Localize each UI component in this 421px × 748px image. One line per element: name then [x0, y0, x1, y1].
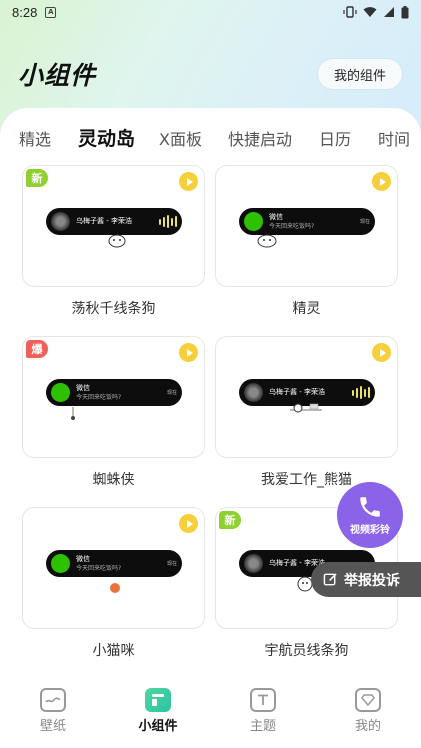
- tab-time[interactable]: 时间: [378, 126, 410, 150]
- card-name: 小猫咪: [92, 643, 135, 659]
- nav-widgets[interactable]: 小组件: [128, 688, 188, 734]
- island-preview: 乌梅子酱 - 李荣浩: [239, 379, 375, 406]
- edit-icon: [323, 573, 337, 586]
- wifi-icon: [363, 7, 377, 17]
- dog-sticker-icon: [108, 234, 126, 248]
- page-title: 小组件: [18, 61, 97, 90]
- island-preview: 微信 今天回来吃饭吗? 现在: [239, 208, 375, 235]
- vibrate-icon: [343, 6, 357, 18]
- card-name: 蜘蛛侠: [92, 472, 135, 488]
- play-icon[interactable]: [372, 343, 391, 362]
- equalizer-icon: [352, 386, 370, 399]
- video-ringtone-label: 视频彩铃: [350, 525, 390, 536]
- play-icon[interactable]: [179, 514, 198, 533]
- sprite-sticker-icon: [257, 234, 277, 248]
- video-ringtone-button[interactable]: 视频彩铃: [337, 482, 403, 548]
- my-widgets-button[interactable]: 我的组件: [318, 59, 402, 89]
- panda-desk-icon: [290, 403, 322, 413]
- battery-icon: [401, 5, 409, 18]
- bottom-navigation: 壁纸 小组件 主题 我的: [0, 678, 421, 748]
- pill-title: 微信: [76, 554, 90, 563]
- pill-subtitle: 今天回来吃饭吗?: [76, 564, 122, 572]
- tab-dynamic-island[interactable]: 灵动岛: [78, 126, 135, 150]
- card-name: 宇航员线条狗: [264, 643, 349, 659]
- spider-thread-icon: [71, 407, 75, 420]
- pill-time: 现在: [166, 561, 177, 567]
- wallpaper-icon: [40, 688, 66, 712]
- nav-label: 壁纸: [39, 719, 66, 734]
- album-icon: [244, 383, 263, 402]
- tab-x-panel[interactable]: X面板: [159, 126, 202, 150]
- profile-icon: [355, 688, 381, 712]
- pill-subtitle: 今天回来吃饭吗?: [76, 393, 122, 401]
- notification-icon: A: [45, 6, 57, 18]
- widget-card[interactable]: 新 乌梅子酱 - 李荣浩: [22, 165, 205, 287]
- signal-icon: [384, 7, 394, 17]
- play-icon[interactable]: [179, 172, 198, 191]
- pill-title: 乌梅子酱 - 李荣浩: [269, 388, 325, 396]
- report-button[interactable]: 举报投诉: [311, 562, 421, 597]
- island-preview: 微信 今天回来吃饭吗? 现在: [46, 550, 182, 577]
- album-icon: [51, 212, 70, 231]
- tab-calendar[interactable]: 日历: [319, 126, 351, 150]
- yarn-ball-icon: [110, 583, 120, 593]
- nav-profile[interactable]: 我的: [338, 688, 398, 734]
- status-bar: 8:28 A: [0, 0, 421, 24]
- pill-title: 乌梅子酱 - 李荣浩: [76, 217, 132, 225]
- nav-label: 小组件: [138, 719, 178, 734]
- island-preview: 乌梅子酱 - 李荣浩: [46, 208, 182, 235]
- pill-title: 微信: [269, 212, 283, 221]
- tab-featured[interactable]: 精选: [19, 126, 51, 150]
- nav-theme[interactable]: 主题: [233, 688, 293, 734]
- card-name: 精灵: [292, 301, 321, 317]
- new-badge: 新: [26, 169, 48, 187]
- widget-card[interactable]: 微信 今天回来吃饭吗? 现在: [215, 165, 398, 287]
- equalizer-icon: [159, 215, 177, 228]
- phone-icon: [360, 497, 380, 517]
- widget-card[interactable]: 爆 微信 今天回来吃饭吗? 现在: [22, 336, 205, 458]
- tab-quick-launch[interactable]: 快捷启动: [228, 126, 292, 150]
- album-icon: [244, 554, 263, 573]
- widget-icon: [145, 688, 171, 712]
- new-badge: 新: [219, 511, 241, 529]
- nav-wallpaper[interactable]: 壁纸: [23, 688, 83, 734]
- pill-subtitle: 今天回来吃饭吗?: [269, 222, 315, 230]
- wechat-icon: [51, 383, 70, 402]
- pill-time: 现在: [359, 219, 370, 225]
- theme-icon: [250, 688, 276, 712]
- pill-title: 微信: [76, 383, 90, 392]
- category-tabs: 精选 灵动岛 X面板 快捷启动 日历 时间: [0, 126, 421, 150]
- widget-card[interactable]: 乌梅子酱 - 李荣浩: [215, 336, 398, 458]
- play-icon[interactable]: [179, 343, 198, 362]
- nav-label: 我的: [354, 719, 381, 734]
- card-name: 荡秋千线条狗: [71, 301, 156, 317]
- widget-card[interactable]: 微信 今天回来吃饭吗? 现在: [22, 507, 205, 629]
- hot-badge: 爆: [26, 340, 48, 358]
- island-preview: 微信 今天回来吃饭吗? 现在: [46, 379, 182, 406]
- nav-label: 主题: [249, 719, 276, 734]
- report-label: 举报投诉: [344, 572, 400, 589]
- wechat-icon: [51, 554, 70, 573]
- wechat-icon: [244, 212, 263, 231]
- pill-time: 现在: [166, 390, 177, 396]
- play-icon[interactable]: [372, 172, 391, 191]
- status-time: 8:28: [12, 4, 38, 20]
